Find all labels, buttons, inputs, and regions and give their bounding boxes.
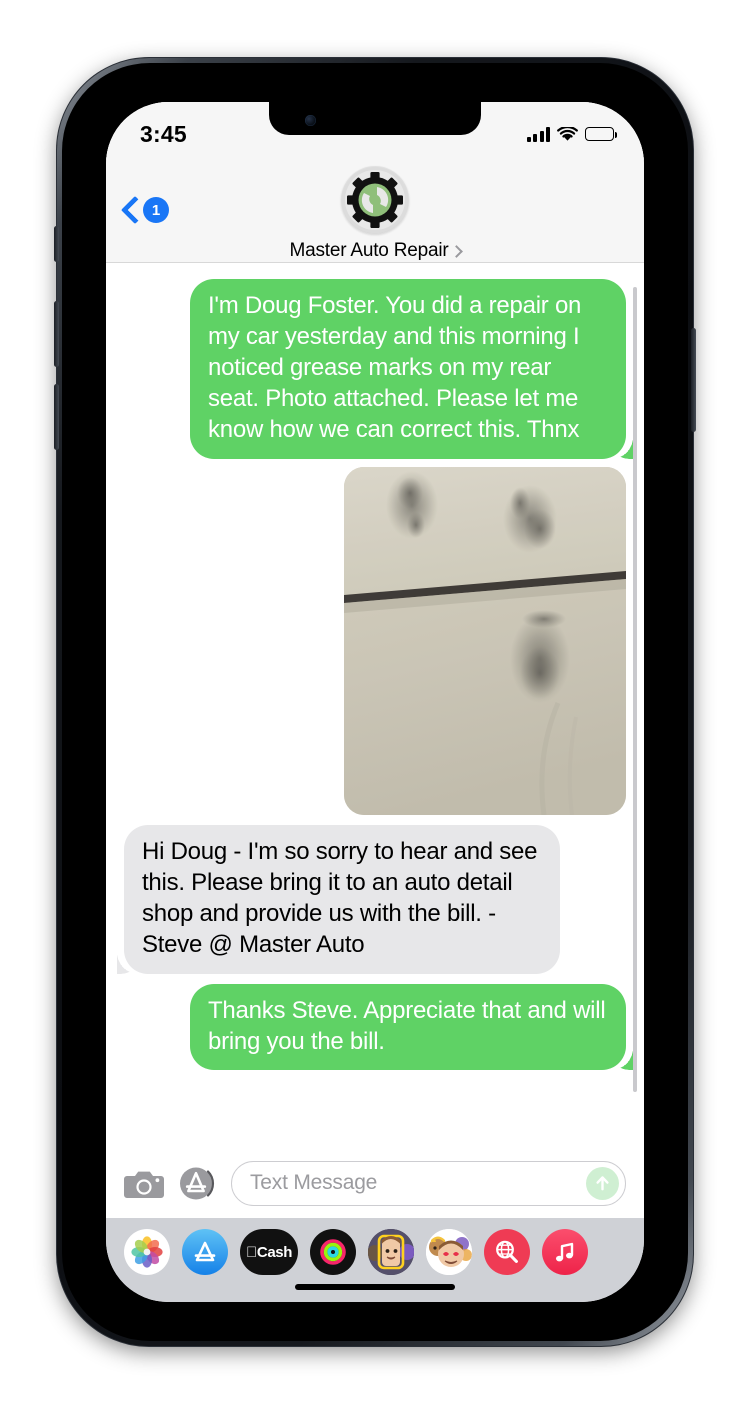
cellular-signal-icon	[526, 126, 550, 142]
silent-switch[interactable]	[54, 226, 59, 262]
send-arrow-up-icon	[596, 1175, 609, 1190]
iphone-device-frame: 3:45 1 Master Auto Repair I'm Doug Foste…	[54, 58, 696, 1346]
images-search-app-icon[interactable]	[484, 1229, 530, 1275]
status-time: 3:45	[140, 120, 187, 147]
contact-avatar[interactable]	[341, 166, 409, 234]
gear-wrench-logo-icon	[342, 167, 408, 233]
battery-icon	[585, 127, 618, 141]
memoji-stickers-app-icon[interactable]	[426, 1229, 472, 1275]
app-store-app-icon[interactable]	[182, 1229, 228, 1275]
camera-icon[interactable]	[124, 1167, 164, 1200]
app-store-icon[interactable]	[178, 1164, 217, 1203]
power-button[interactable]	[691, 328, 696, 432]
apple-cash-app-icon[interactable]: Cash	[240, 1229, 298, 1275]
volume-down-button[interactable]	[54, 384, 59, 450]
text-message-placeholder: Text Message	[250, 1171, 378, 1194]
message-bubble-outgoing[interactable]: I'm Doug Foster. You did a repair on my …	[190, 279, 626, 459]
message-row: Thanks Steve. Appreciate that and will b…	[124, 983, 626, 1071]
device-notch	[269, 102, 481, 135]
front-camera-icon	[305, 115, 316, 126]
car-seat-grease-photo	[344, 466, 626, 815]
send-button[interactable]	[586, 1166, 619, 1200]
phone-screen: 3:45 1 Master Auto Repair I'm Doug Foste…	[106, 102, 644, 1302]
message-row	[124, 466, 626, 815]
contact-name: Master Auto Repair	[289, 240, 449, 261]
home-indicator[interactable]	[295, 1284, 455, 1290]
volume-up-button[interactable]	[54, 301, 59, 367]
message-row: Hi Doug - I'm so sorry to hear and see t…	[124, 824, 626, 974]
fitness-rings-app-icon[interactable]	[310, 1229, 356, 1275]
photos-app-icon[interactable]	[124, 1229, 170, 1275]
contact-info-button[interactable]: Master Auto Repair	[106, 166, 644, 262]
music-app-icon[interactable]	[542, 1229, 588, 1275]
message-row: I'm Doug Foster. You did a repair on my …	[124, 279, 626, 459]
memoji-app-icon[interactable]	[368, 1229, 414, 1275]
message-text-field[interactable]: Text Message	[231, 1160, 626, 1206]
conversation-scrollbar[interactable]	[633, 287, 637, 1092]
contact-name-row: Master Auto Repair	[289, 240, 463, 262]
photo-attachment-bubble[interactable]	[344, 466, 626, 815]
wifi-icon	[557, 126, 578, 142]
message-bubble-incoming[interactable]: Hi Doug - I'm so sorry to hear and see t…	[124, 824, 560, 974]
message-bubble-outgoing[interactable]: Thanks Steve. Appreciate that and will b…	[190, 983, 626, 1071]
message-input-bar: Text Message	[106, 1148, 644, 1218]
message-list[interactable]: I'm Doug Foster. You did a repair on my …	[106, 263, 644, 1180]
status-indicators	[526, 126, 618, 142]
chevron-right-icon	[449, 245, 463, 258]
apple-cash-label: Cash	[246, 1243, 292, 1261]
